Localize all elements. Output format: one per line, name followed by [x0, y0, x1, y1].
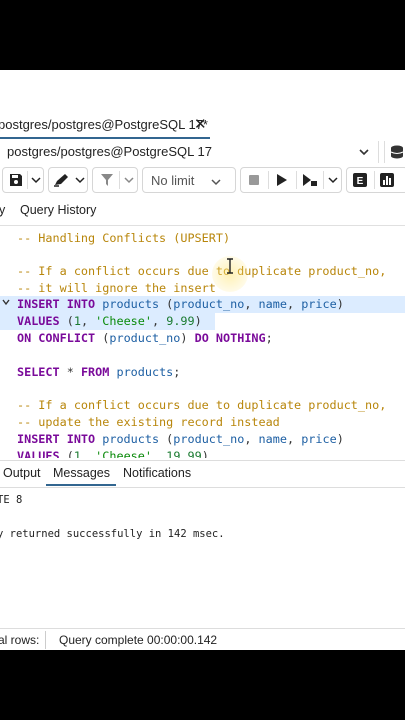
query-status: Query complete 00:00:00.142	[59, 633, 218, 647]
code-line: VALUES (1, 'Cheese', 9.99)	[17, 314, 202, 328]
code-line: -- Handling Conflicts (UPSERT)	[17, 231, 231, 245]
chevron-down-icon	[358, 142, 370, 165]
total-rows-label: al rows:	[0, 633, 40, 647]
save-group	[2, 167, 44, 193]
tab-query[interactable]: y	[0, 203, 5, 217]
connection-label: postgres/postgres@PostgreSQL 17	[7, 144, 212, 159]
explain-letter: E	[357, 176, 364, 187]
code-line: ON CONFLICT (product_no) DO NOTHING;	[17, 331, 273, 345]
execute-group	[240, 167, 342, 193]
filter-dropdown-chevron-icon[interactable]	[120, 168, 138, 192]
code-line: VALUES (1, 'Cheese', 19.99)	[17, 449, 209, 458]
database-icon[interactable]	[384, 141, 405, 163]
save-icon[interactable]	[5, 168, 27, 192]
stop-icon[interactable]	[243, 168, 265, 192]
query-toolbar: No limit E	[0, 167, 405, 195]
code-line: -- If a conflict occurs due to duplicate…	[17, 264, 387, 278]
code-line: -- update the existing record instead	[17, 415, 280, 429]
explain-analyze-chart-icon[interactable]	[376, 168, 398, 192]
sql-editor[interactable]: -- Handling Conflicts (UPSERT) -- If a c…	[0, 228, 405, 458]
explain-icon[interactable]: E	[349, 168, 371, 192]
message-line: y returned successfully in 142 msec.	[0, 528, 225, 540]
query-tabs: y Query History	[0, 199, 405, 226]
edit-group	[48, 167, 88, 193]
tab-query-history[interactable]: Query History	[20, 203, 96, 217]
explain-group: E	[346, 167, 405, 193]
code-line: INSERT INTO products (product_no, name, …	[17, 432, 344, 446]
active-tab-indicator	[0, 137, 210, 139]
edit-dropdown-chevron-icon[interactable]	[72, 168, 88, 192]
code-line: SELECT * FROM products;	[17, 365, 181, 379]
limit-chevron-down-icon	[211, 174, 221, 192]
fold-chevron-icon[interactable]	[2, 298, 10, 311]
code-line: -- If a conflict occurs due to duplicate…	[17, 398, 387, 412]
connection-select[interactable]: postgres/postgres@PostgreSQL 17	[0, 141, 379, 163]
status-divider	[45, 631, 46, 649]
toolbar-divider	[296, 171, 297, 189]
code-line: -- it will ignore the insert	[17, 281, 216, 295]
save-dropdown-chevron-icon[interactable]	[28, 168, 44, 192]
status-bar: al rows: Query complete 00:00:00.142	[0, 628, 405, 650]
edit-pen-icon[interactable]	[51, 168, 73, 192]
tab-output[interactable]: Output	[3, 466, 41, 480]
connection-bar: postgres/postgres@PostgreSQL 17	[0, 141, 405, 163]
results-tabs: Output Messages Notifications	[0, 460, 405, 488]
editor-tab[interactable]: postgres/postgres@PostgreSQL 17*	[0, 117, 208, 132]
toolbar-divider	[374, 171, 375, 189]
pgadmin-window: postgres/postgres@PostgreSQL 17* ✕ postg…	[0, 70, 405, 650]
filter-icon[interactable]	[96, 168, 118, 192]
execute-script-icon[interactable]	[299, 168, 321, 192]
execute-dropdown-chevron-icon[interactable]	[324, 168, 342, 192]
messages-panel: TE 8 y returned successfully in 142 msec…	[0, 488, 405, 618]
close-tab-icon[interactable]: ✕	[194, 115, 207, 133]
execute-play-icon[interactable]	[271, 168, 293, 192]
code-line: INSERT INTO products (product_no, name, …	[17, 297, 344, 311]
tab-messages[interactable]: Messages	[53, 466, 110, 480]
editor-tab-bar: postgres/postgres@PostgreSQL 17* ✕	[0, 115, 405, 139]
limit-select[interactable]: No limit	[142, 167, 236, 193]
filter-group	[92, 167, 138, 193]
text-cursor-icon	[226, 258, 234, 278]
message-line: TE 8	[0, 494, 23, 506]
limit-label: No limit	[151, 173, 195, 188]
toolbar-divider	[268, 171, 269, 189]
active-tab-indicator	[46, 484, 116, 486]
tab-notifications[interactable]: Notifications	[123, 466, 191, 480]
